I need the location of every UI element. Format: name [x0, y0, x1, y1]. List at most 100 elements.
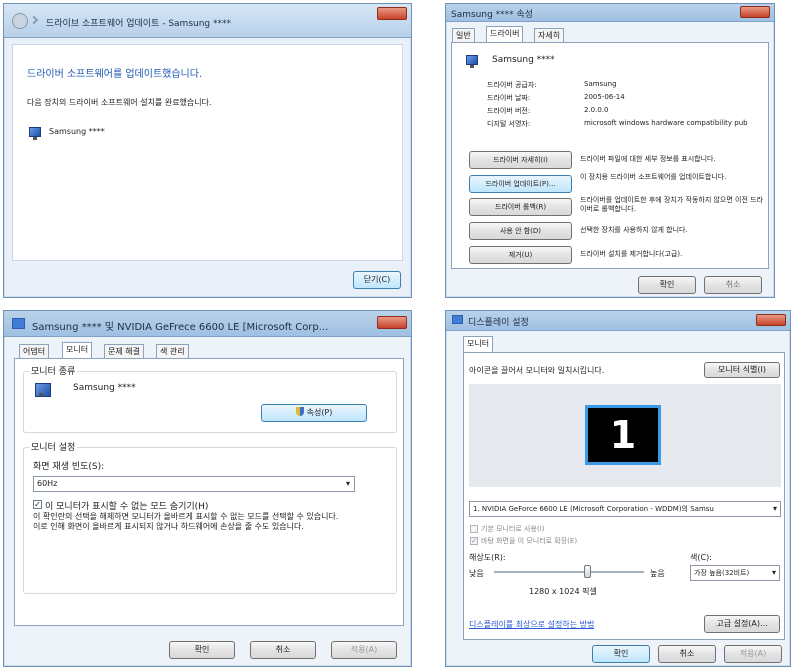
device-name: Samsung ****	[492, 55, 555, 65]
colors-select-value: 가장 높음(32비트)	[694, 569, 750, 577]
info-value: 2005-06-14	[584, 93, 625, 101]
apply-button[interactable]: 적용(A)	[331, 641, 397, 659]
slider-track	[494, 571, 644, 573]
info-label: 드라이버 날짜:	[487, 94, 531, 102]
tab-adapter[interactable]: 어댑터	[19, 344, 50, 358]
display-icon	[12, 318, 25, 329]
disable-device-button[interactable]: 사용 안 함(D)	[469, 222, 572, 240]
action-description: 드라이버 파일에 대한 세부 정보를 표시합니다.	[580, 155, 716, 163]
info-label: 드라이버 버전:	[487, 107, 531, 115]
monitor-titlebar: Samsung **** 및 NVIDIA GeFrece 6600 LE [M…	[4, 311, 411, 337]
apply-button[interactable]: 적용(A)	[724, 645, 782, 663]
resolution-high-label: 높음	[650, 569, 665, 578]
driver-details-button[interactable]: 드라이버 자세히(I)	[469, 151, 572, 169]
cancel-button[interactable]: 취소	[250, 641, 316, 659]
ok-button[interactable]: 확인	[592, 645, 650, 663]
action-description: 드라이버를 업데이트한 후에 장치가 작동하지 않으면 이전 드라이버로 롤백합…	[580, 196, 764, 213]
properties-label: 속성(P)	[306, 408, 333, 417]
primary-monitor-label: 기본 모니터로 사용(I)	[481, 525, 545, 533]
extend-desktop-checkbox[interactable]: ✓	[470, 537, 478, 545]
refresh-rate-select[interactable]: 60Hz ▾	[33, 476, 355, 492]
close-dialog-button[interactable]: 닫기(C)	[353, 271, 401, 289]
monitor-icon	[466, 55, 478, 68]
action-description: 선택한 장치를 사용하지 않게 합니다.	[580, 226, 688, 234]
tab-monitor[interactable]: 모니터	[62, 342, 93, 359]
device-name: Samsung ****	[73, 383, 136, 393]
advanced-settings-button[interactable]: 고급 설정(A)...	[704, 615, 780, 633]
chevron-down-icon: ▾	[345, 479, 350, 488]
info-label: 드라이버 공급자:	[487, 81, 537, 89]
properties-title: Samsung **** 속성	[451, 10, 534, 20]
display-icon	[452, 315, 463, 324]
monitor-icon	[29, 127, 41, 140]
info-value: microsoft windows hardware compatibility…	[584, 119, 748, 127]
hide-modes-description: 이 확인란의 선택을 해제하면 모니터가 올바르게 표시할 수 없는 모드를 선…	[33, 512, 339, 531]
close-button[interactable]	[377, 7, 407, 20]
forward-arrow-icon	[29, 15, 39, 25]
monitor-settings-label: 모니터 설정	[29, 440, 78, 453]
tab-color-management[interactable]: 색 관리	[156, 344, 189, 358]
display-select-value: 1. NVIDIA GeForce 6600 LE (Microsoft Cor…	[473, 505, 714, 513]
action-description: 이 장치용 드라이버 소프트웨어를 업데이트합니다.	[580, 173, 727, 181]
properties-titlebar: Samsung **** 속성	[446, 4, 774, 22]
rollback-driver-button[interactable]: 드라이버 롤백(R)	[469, 198, 572, 216]
device-name: Samsung ****	[49, 127, 105, 136]
cancel-button[interactable]: 취소	[704, 276, 762, 294]
monitor-number: 1	[609, 413, 637, 457]
tab-monitor[interactable]: 모니터	[463, 336, 494, 353]
close-button[interactable]	[377, 316, 407, 329]
uninstall-driver-button[interactable]: 제거(U)	[469, 246, 572, 264]
update-heading: 드라이버 소프트웨어를 업데이트했습니다.	[27, 69, 203, 80]
display-titlebar: 디스플레이 설정	[446, 311, 790, 331]
display-select[interactable]: 1. NVIDIA GeForce 6600 LE (Microsoft Cor…	[469, 501, 781, 517]
chevron-down-icon: ▾	[771, 568, 776, 577]
monitor-type-group	[23, 371, 397, 433]
slider-thumb[interactable]	[584, 565, 591, 578]
update-window-title: 드라이브 소프트웨어 업데이트 - Samsung ****	[46, 19, 231, 29]
ok-button[interactable]: 확인	[169, 641, 235, 659]
monitor-1-tile[interactable]: 1	[585, 405, 661, 465]
update-driver-button[interactable]: 드라이버 업데이트(P)...	[469, 175, 572, 193]
arrange-instruction: 아이콘을 끌어서 모니터와 일치시킵니다.	[469, 366, 605, 375]
chevron-down-icon: ▾	[772, 504, 777, 513]
tab-troubleshoot[interactable]: 문제 해결	[104, 344, 144, 358]
tab-driver[interactable]: 드라이버	[486, 26, 524, 43]
refresh-rate-value: 60Hz	[37, 479, 58, 488]
display-window: 디스플레이 설정 모니터 아이콘을 끌어서 모니터와 일치시킵니다. 모니터 식…	[445, 310, 791, 667]
close-button[interactable]	[756, 314, 786, 326]
ok-button[interactable]: 확인	[638, 276, 696, 294]
tab-general[interactable]: 일반	[452, 28, 475, 42]
info-value: Samsung	[584, 80, 617, 88]
update-message: 다음 장치의 드라이버 소프트웨어 설치를 완료했습니다.	[27, 98, 212, 107]
info-label: 디지털 서명자:	[487, 120, 531, 128]
tab-details[interactable]: 자세히	[534, 28, 565, 42]
monitor-window: Samsung **** 및 NVIDIA GeFrece 6600 LE [M…	[3, 310, 412, 667]
colors-label: 색(C):	[690, 553, 712, 562]
resolution-label: 해상도(R):	[469, 553, 506, 562]
colors-select[interactable]: 가장 높음(32비트) ▾	[690, 565, 780, 581]
monitor-type-label: 모니터 종류	[29, 364, 78, 377]
display-help-link[interactable]: 디스플레이를 최상으로 설정하는 방법	[469, 619, 594, 630]
extend-desktop-label: 바탕 화면을 이 모니터로 확장(E)	[481, 537, 578, 545]
display-panel: 아이콘을 끌어서 모니터와 일치시킵니다. 모니터 식별(I) 1 1. NVI…	[463, 352, 785, 640]
update-window: 드라이브 소프트웨어 업데이트 - Samsung **** 드라이버 소프트웨…	[3, 3, 412, 298]
monitor-window-title: Samsung **** 및 NVIDIA GeFrece 6600 LE [M…	[32, 322, 329, 333]
primary-monitor-checkbox[interactable]	[470, 525, 478, 533]
update-window-titlebar: 드라이브 소프트웨어 업데이트 - Samsung ****	[4, 4, 411, 38]
properties-button[interactable]: 속성(P)	[261, 404, 367, 422]
resolution-slider[interactable]	[494, 565, 644, 579]
identify-monitors-button[interactable]: 모니터 식별(I)	[704, 362, 780, 378]
hide-modes-checkbox[interactable]: ✓	[33, 500, 42, 509]
display-window-title: 디스플레이 설정	[468, 318, 529, 328]
shield-icon	[295, 407, 304, 416]
back-arrow-icon[interactable]	[12, 13, 28, 29]
action-description: 드라이버 설치를 제거합니다(고급).	[580, 250, 683, 258]
cancel-button[interactable]: 취소	[658, 645, 716, 663]
close-button[interactable]	[740, 6, 770, 18]
update-content: 드라이버 소프트웨어를 업데이트했습니다. 다음 장치의 드라이버 소프트웨어 …	[12, 44, 403, 261]
hide-modes-label: 이 모니터가 표시할 수 없는 모드 숨기기(H)	[45, 502, 209, 512]
resolution-low-label: 낮음	[469, 569, 484, 578]
resolution-value: 1280 x 1024 픽셀	[529, 587, 597, 596]
refresh-rate-label: 화면 재생 빈도(S):	[33, 462, 105, 472]
monitor-icon	[35, 383, 51, 397]
